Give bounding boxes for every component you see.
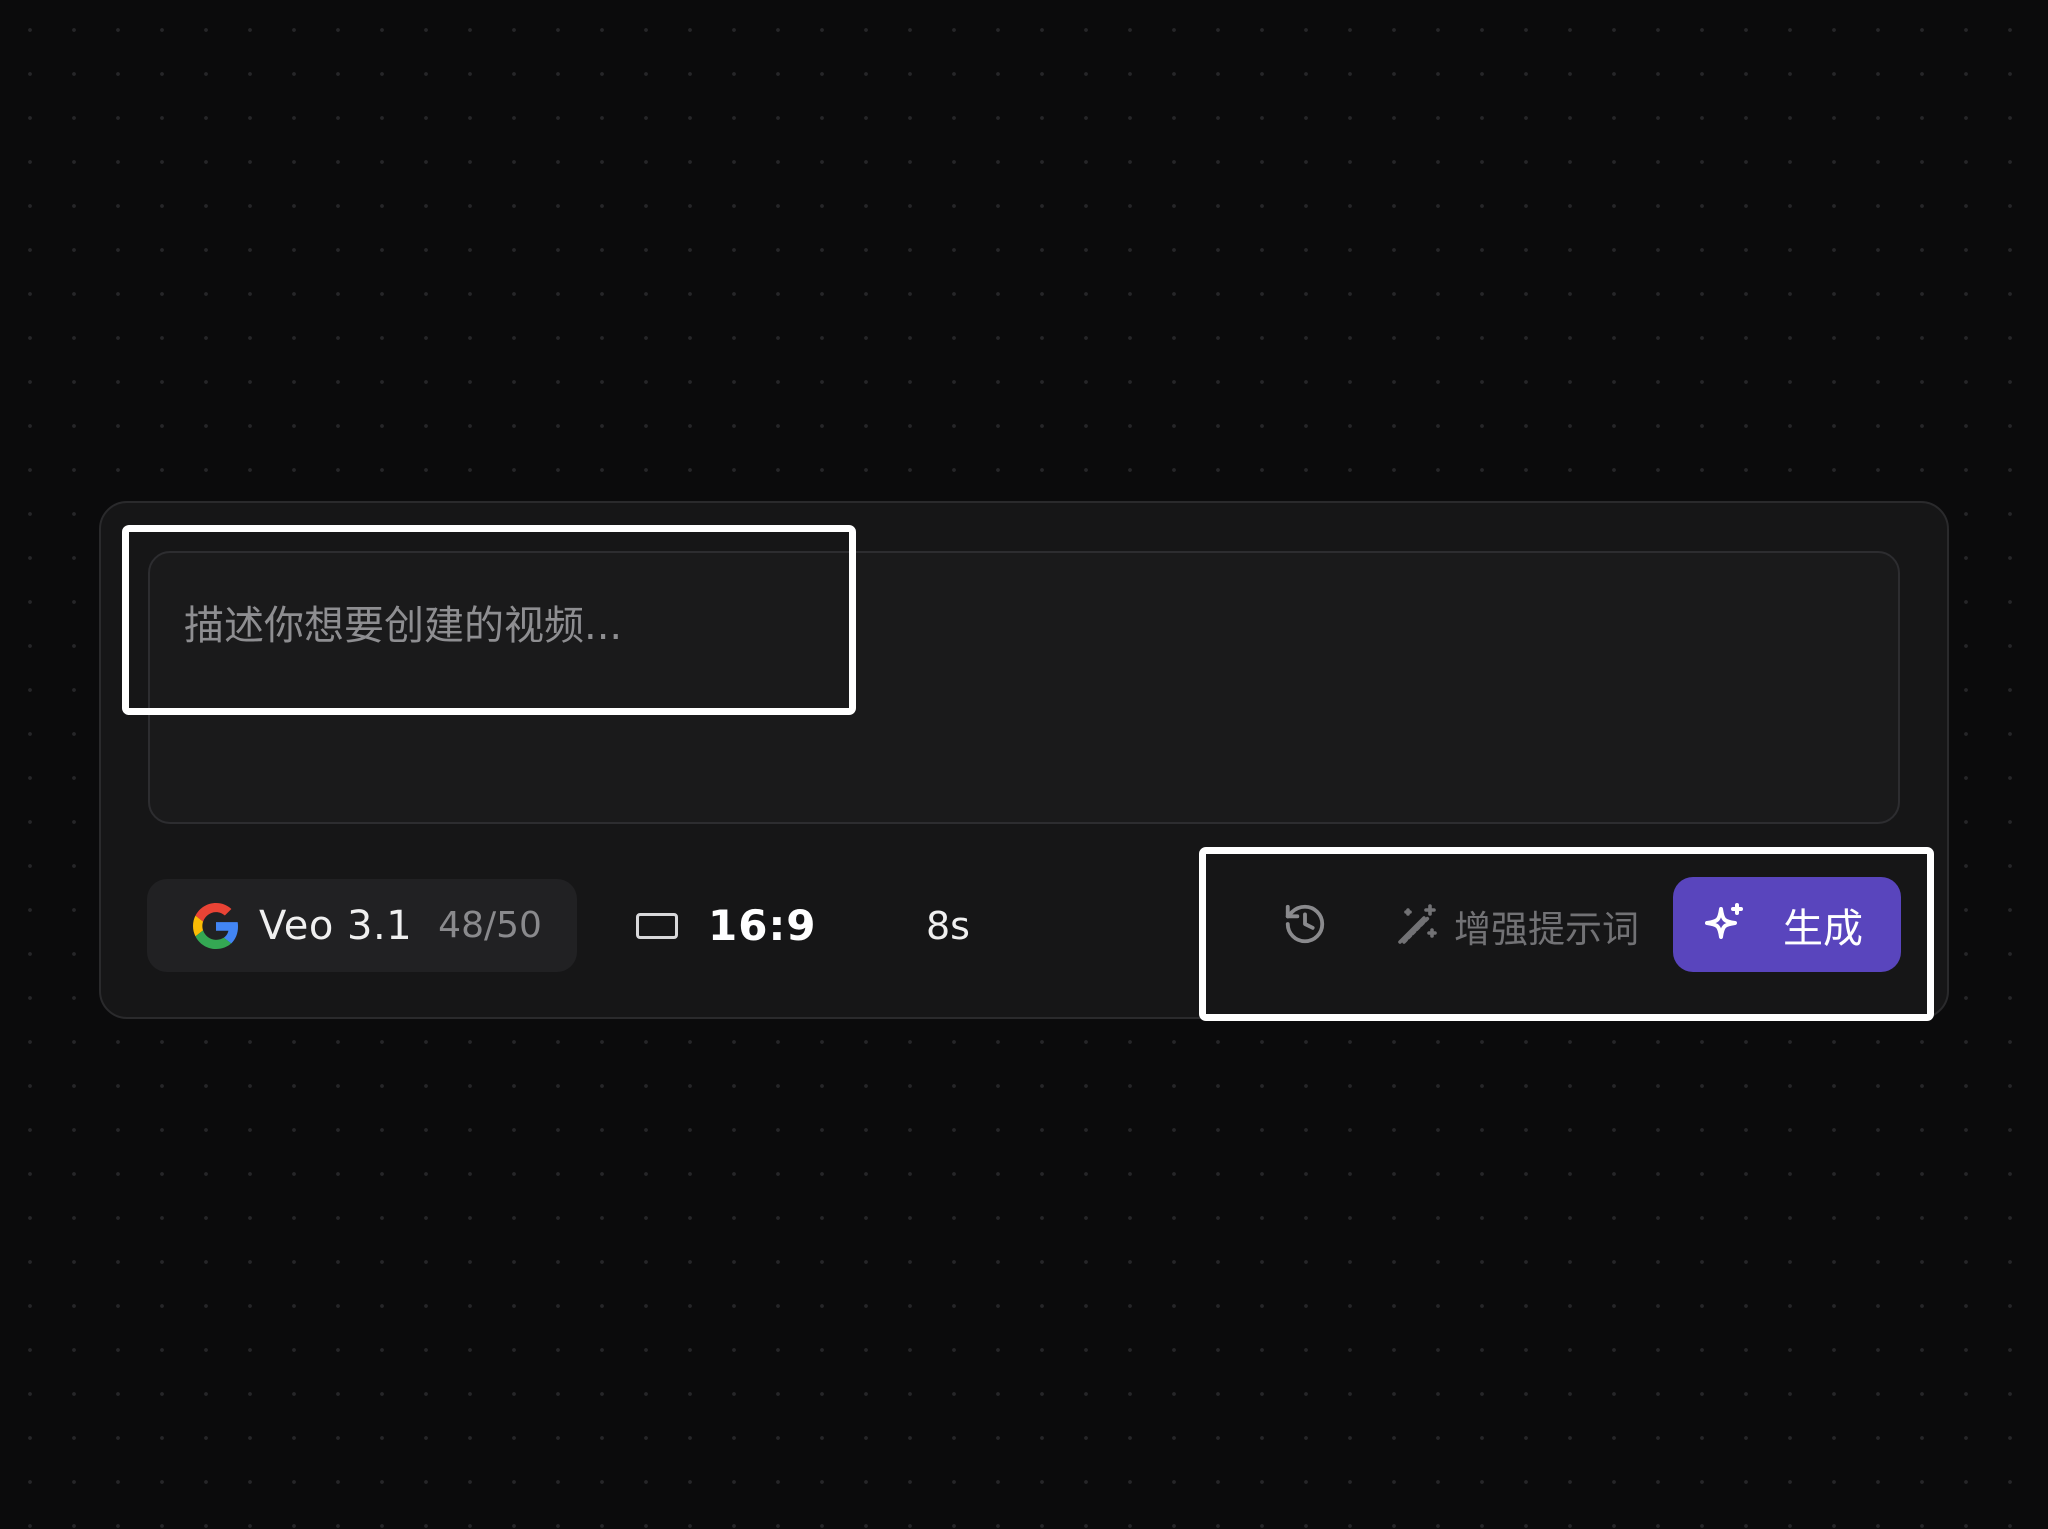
generate-button[interactable]: 生成 bbox=[1673, 877, 1901, 972]
sparkle-icon bbox=[1705, 902, 1743, 939]
enhance-prompt-button[interactable]: 增强提示词 bbox=[1392, 879, 1639, 972]
google-icon bbox=[193, 902, 239, 949]
history-icon bbox=[1285, 904, 1325, 944]
aspect-ratio-selector[interactable]: 16:9 bbox=[636, 879, 816, 972]
aspect-ratio-icon bbox=[636, 912, 678, 939]
magic-wand-icon bbox=[1398, 903, 1437, 944]
history-button[interactable] bbox=[1280, 899, 1330, 949]
model-selector[interactable]: Veo 3.1 48/50 bbox=[147, 879, 577, 972]
page: { "prompt": { "placeholder": "描述你想要创建的视频… bbox=[0, 0, 2048, 1529]
prompt-input[interactable] bbox=[148, 551, 1900, 824]
enhance-prompt-label: 增强提示词 bbox=[1454, 907, 1639, 951]
duration-label: 8s bbox=[926, 903, 970, 948]
aspect-ratio-label: 16:9 bbox=[708, 901, 817, 950]
duration-selector[interactable]: 8s bbox=[926, 879, 970, 972]
model-name: Veo 3.1 bbox=[259, 902, 413, 949]
model-quota: 48/50 bbox=[438, 905, 542, 946]
generate-label: 生成 bbox=[1783, 905, 1863, 952]
